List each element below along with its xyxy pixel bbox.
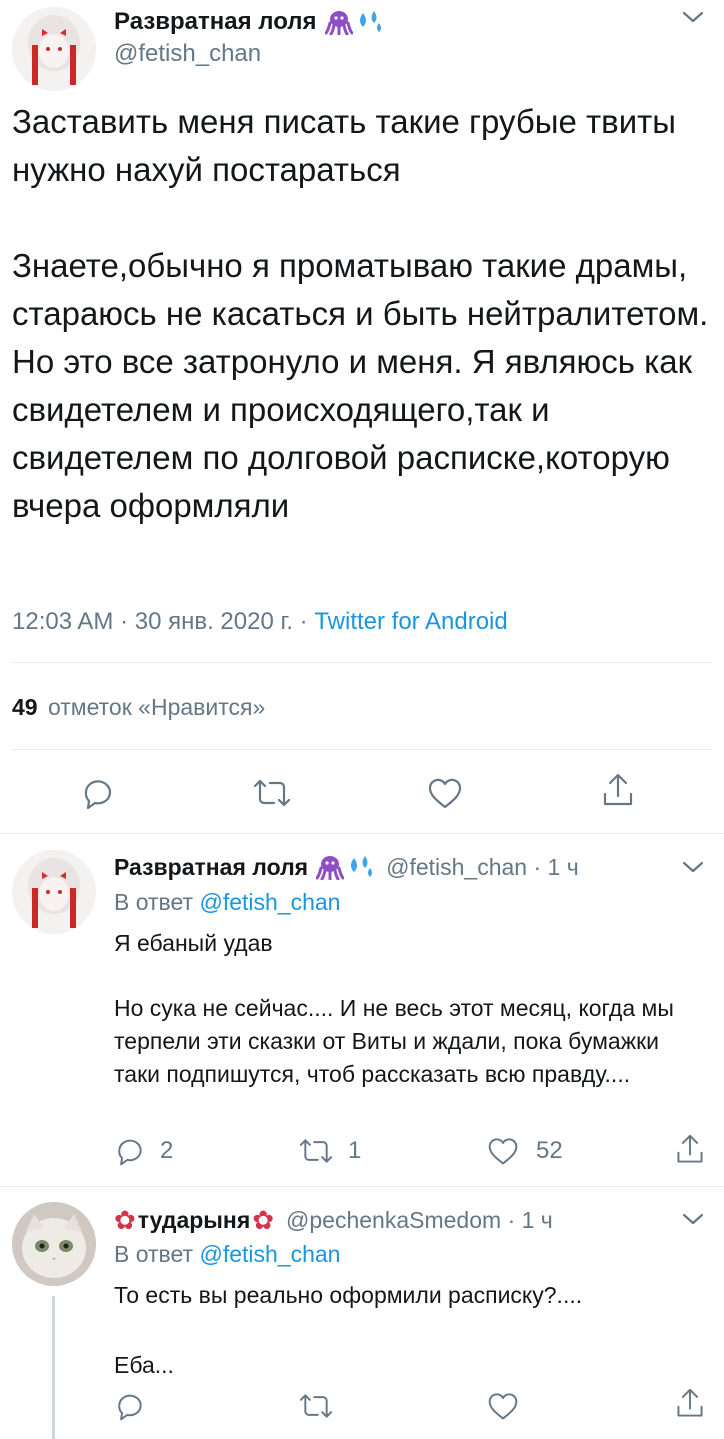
sweat-droplets-icon [359, 11, 381, 32]
divider [12, 662, 712, 663]
reply-to-handle[interactable]: @fetish_chan [199, 889, 340, 915]
reply-to-prefix: В ответ [114, 889, 200, 915]
reply-count: 2 [160, 1137, 174, 1164]
divider [0, 1186, 724, 1187]
chevron-down-icon[interactable] [680, 858, 706, 876]
like-icon[interactable] [486, 1390, 520, 1422]
likes-label: отметок «Нравится» [47, 694, 266, 720]
author-name[interactable]: Развратная лоля [114, 8, 317, 36]
retweet-icon[interactable] [298, 1135, 334, 1167]
chevron-down-icon[interactable] [680, 8, 706, 26]
reply-to-prefix: В ответ [114, 1241, 200, 1267]
sweat-droplets-icon [351, 856, 373, 877]
flower-emoji-left: ✿ [114, 1204, 136, 1235]
tweet-source-link[interactable]: Twitter for Android [314, 608, 507, 635]
divider [12, 749, 712, 750]
retweet-icon[interactable] [252, 775, 292, 811]
flower-emoji-right: ✿ [252, 1204, 275, 1235]
reply-context: В ответ @fetish_chan [114, 889, 340, 916]
share-icon[interactable] [600, 772, 636, 810]
octopus-icon [324, 11, 353, 35]
reply-icon[interactable] [114, 1135, 146, 1167]
share-icon[interactable] [674, 1133, 706, 1167]
retweet-icon[interactable] [298, 1390, 334, 1422]
name-emojis [316, 854, 376, 880]
reply-icon[interactable] [114, 1390, 146, 1422]
reply-handle-time[interactable]: @pechenkaSmedom · 1 ч [286, 1207, 553, 1234]
chevron-down-icon[interactable] [680, 1210, 706, 1228]
thread-line [52, 1296, 55, 1439]
reply-author-name[interactable]: Развратная лоля [114, 854, 308, 881]
reply-action[interactable]: 2 [114, 1135, 173, 1167]
reply-avatar[interactable] [12, 850, 96, 934]
reply-handle-time[interactable]: @fetish_chan · 1 ч [386, 854, 579, 881]
likes-count: 49 [12, 694, 38, 720]
reply-context: В ответ @fetish_chan [114, 1241, 340, 1268]
tweet-text: Заставить меня писать такие грубые твиты… [12, 103, 709, 524]
author-handle[interactable]: @fetish_chan [114, 40, 261, 68]
like-count: 52 [536, 1137, 563, 1164]
tweet-timestamp[interactable]: 12:03 AM · 30 янв. 2020 г. · [12, 608, 314, 635]
share-icon[interactable] [674, 1387, 706, 1421]
like-action[interactable]: 52 [486, 1135, 563, 1167]
reply-text: Я ебаный удав Но сука не сейчас.... И не… [114, 930, 674, 1087]
like-icon[interactable] [486, 1135, 520, 1167]
tweet-meta: 12:03 AM · 30 янв. 2020 г. · Twitter for… [12, 608, 508, 636]
octopus-icon [316, 856, 345, 880]
reply-icon[interactable] [80, 775, 116, 811]
like-icon[interactable] [426, 775, 464, 811]
reply-text: То есть вы реально оформили расписку?...… [114, 1282, 583, 1378]
retweet-count: 1 [348, 1137, 362, 1164]
retweet-action[interactable]: 1 [298, 1135, 361, 1167]
divider [0, 833, 724, 834]
likes-summary[interactable]: 49 отметок «Нравится» [12, 694, 265, 721]
author-avatar[interactable] [12, 7, 96, 91]
reply-author-name[interactable]: тударыня [138, 1207, 250, 1234]
reply-to-handle[interactable]: @fetish_chan [199, 1241, 340, 1267]
name-emojis [324, 9, 385, 35]
reply-avatar[interactable] [12, 1202, 96, 1286]
